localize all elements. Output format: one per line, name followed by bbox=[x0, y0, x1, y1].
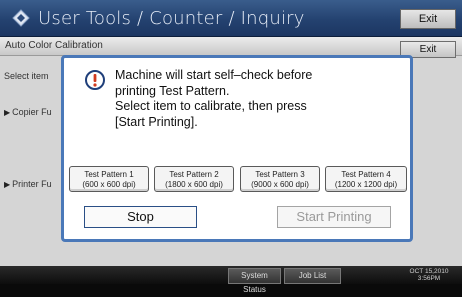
printer-function-label: Printer Fu bbox=[12, 179, 52, 189]
user-tools-icon bbox=[12, 9, 30, 27]
date-time-display: OCT 15,2010 3:56PM bbox=[400, 268, 458, 282]
panel-title: Auto Color Calibration bbox=[5, 40, 103, 51]
title-bar: User Tools / Counter / Inquiry Exit bbox=[0, 0, 462, 37]
test-pattern-label: Test Pattern 3 bbox=[255, 170, 305, 179]
page-title: User Tools / Counter / Inquiry bbox=[38, 8, 305, 29]
start-printing-button[interactable]: Start Printing bbox=[277, 206, 391, 228]
status-bar: System Status Job List OCT 15,2010 3:56P… bbox=[0, 266, 462, 294]
test-pattern-4-button[interactable]: Test Pattern 4 (1200 x 1200 dpi) bbox=[325, 166, 407, 192]
test-pattern-label: Test Pattern 1 bbox=[84, 170, 134, 179]
test-pattern-resolution: (1200 x 1200 dpi) bbox=[334, 180, 398, 189]
dialog-message: Machine will start self–check before pri… bbox=[115, 68, 405, 130]
test-pattern-1-button[interactable]: Test Pattern 1 (600 x 600 dpi) bbox=[69, 166, 149, 192]
test-pattern-resolution: (1800 x 600 dpi) bbox=[165, 180, 223, 189]
test-pattern-resolution: (600 x 600 dpi) bbox=[82, 180, 136, 189]
panel-header: Auto Color Calibration bbox=[0, 37, 462, 56]
test-pattern-resolution: (9000 x 600 dpi) bbox=[251, 180, 309, 189]
copier-function-label: Copier Fu bbox=[12, 107, 52, 117]
warning-icon bbox=[85, 70, 105, 90]
job-list-button[interactable]: Job List bbox=[284, 268, 341, 284]
date-text: OCT 15,2010 bbox=[409, 268, 449, 275]
message-line: Select item to calibrate, then press bbox=[115, 99, 307, 113]
self-check-dialog: Machine will start self–check before pri… bbox=[61, 55, 413, 242]
test-pattern-2-button[interactable]: Test Pattern 2 (1800 x 600 dpi) bbox=[154, 166, 234, 192]
test-pattern-label: Test Pattern 2 bbox=[169, 170, 219, 179]
right-arrow-icon: ▶ bbox=[4, 108, 11, 117]
system-status-button[interactable]: System Status bbox=[228, 268, 281, 294]
time-text: 3:56PM bbox=[417, 275, 441, 282]
right-arrow-icon: ▶ bbox=[4, 180, 11, 189]
message-line: [Start Printing]. bbox=[115, 114, 198, 129]
select-item-label: Select item bbox=[4, 71, 49, 81]
stop-button[interactable]: Stop bbox=[84, 206, 197, 228]
copier-function-item[interactable]: ▶ Copier Fu bbox=[4, 107, 52, 117]
message-line: printing Test Pattern. bbox=[115, 83, 230, 98]
message-line: Machine will start self–check before bbox=[115, 68, 313, 82]
test-pattern-3-button[interactable]: Test Pattern 3 (9000 x 600 dpi) bbox=[240, 166, 320, 192]
exit-button[interactable]: Exit bbox=[400, 9, 456, 29]
printer-function-item[interactable]: ▶ Printer Fu bbox=[4, 179, 52, 189]
test-pattern-label: Test Pattern 4 bbox=[341, 170, 391, 179]
